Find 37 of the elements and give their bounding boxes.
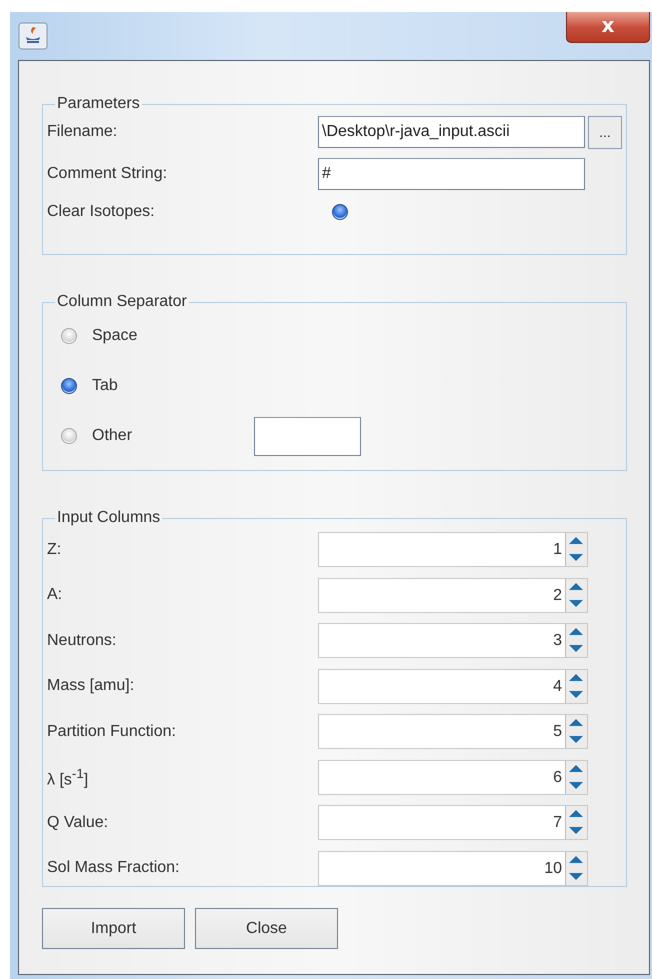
separator-label: Space — [92, 327, 138, 345]
filename-field[interactable]: \Desktop\r-java_input.ascii — [318, 116, 585, 148]
filename-label: Filename: — [47, 123, 118, 141]
column-label: λ [s$^{-1}$] — [47, 766, 90, 789]
separator-label: Tab — [92, 377, 119, 395]
browse-button[interactable]: ... — [588, 116, 622, 148]
number-spinner[interactable]: 6 — [318, 760, 588, 795]
separator-radio[interactable] — [61, 378, 77, 394]
number-spinner[interactable]: 10 — [318, 850, 588, 886]
group-title: Parameters — [56, 95, 141, 113]
column-label: Sol Mass Fraction: — [47, 859, 180, 878]
separator-radio[interactable] — [61, 428, 77, 444]
separator-radio[interactable] — [61, 328, 77, 344]
number-spinner[interactable]: 1 — [318, 532, 588, 568]
number-spinner[interactable]: 2 — [318, 578, 588, 613]
clear-isotopes-label: Clear Isotopes: — [47, 203, 156, 221]
column-label: Mass [amu]: — [47, 677, 136, 696]
dialog-button[interactable]: Close — [195, 908, 338, 949]
column-label: Partition Function: — [47, 722, 177, 741]
number-spinner[interactable]: 5 — [318, 714, 588, 750]
group-title: Input Columns — [56, 509, 162, 527]
number-spinner[interactable]: 3 — [318, 623, 588, 658]
column-label: Neutrons: — [47, 632, 118, 650]
number-spinner[interactable]: 7 — [318, 805, 588, 840]
number-spinner[interactable]: 4 — [318, 668, 588, 704]
comment-label: Comment String: — [47, 164, 168, 182]
column-label: Z: — [47, 540, 62, 559]
window-close-button[interactable]: x — [566, 12, 650, 43]
column-label: Q Value: — [47, 814, 110, 832]
clear-isotopes-radio[interactable] — [332, 204, 348, 220]
dialog-button[interactable]: Import — [42, 908, 185, 949]
group-title: Column Separator — [56, 293, 188, 311]
comment-field[interactable]: # — [318, 158, 585, 190]
coffee-cup-icon — [18, 22, 48, 50]
separator-label: Other — [92, 427, 134, 445]
column-label: A: — [47, 586, 64, 604]
other-separator-field[interactable] — [254, 416, 361, 456]
